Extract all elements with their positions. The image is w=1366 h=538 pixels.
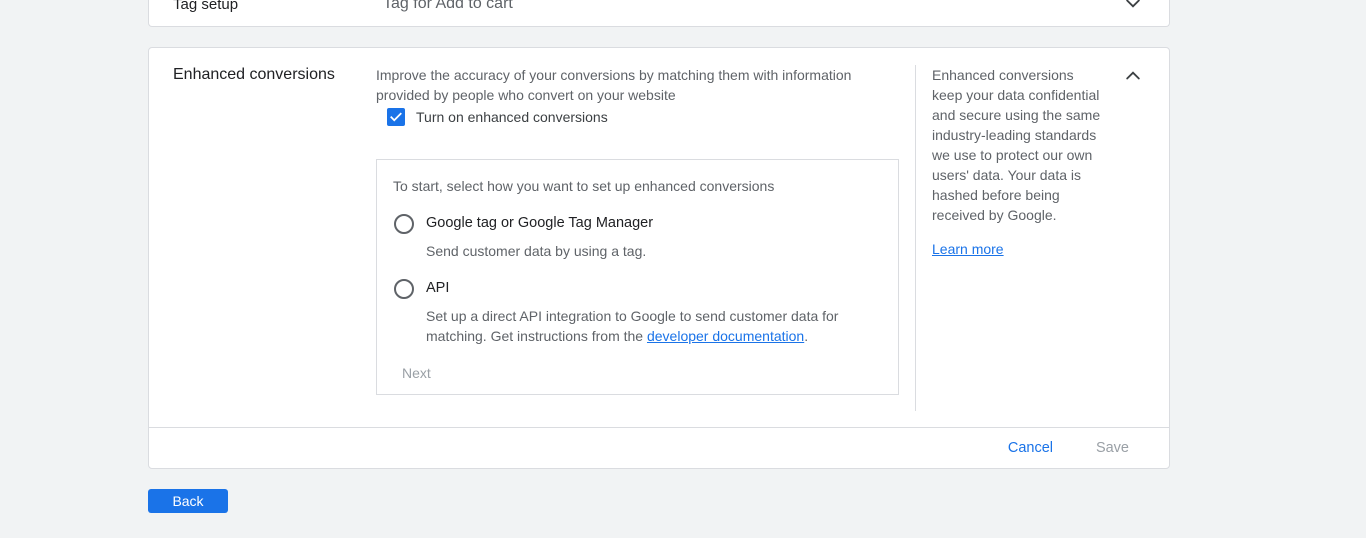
cancel-button[interactable]: Cancel — [1008, 440, 1053, 456]
back-button[interactable]: Back — [148, 489, 228, 513]
side-help-text: Enhanced conversions keep your data conf… — [932, 67, 1101, 223]
vertical-divider — [915, 65, 916, 411]
tag-setup-card[interactable]: Tag setup Tag for Add to cart — [148, 0, 1170, 27]
radio-description: Send customer data by using a tag. — [426, 243, 647, 259]
checkmark-icon — [390, 112, 402, 122]
radio-button[interactable] — [394, 214, 414, 234]
section-title: Enhanced conversions — [173, 66, 335, 83]
setup-intro: To start, select how you want to set up … — [393, 178, 775, 194]
setup-method-box: To start, select how you want to set up … — [376, 159, 899, 395]
checkbox-label: Turn on enhanced conversions — [416, 109, 608, 125]
api-desc-suffix: . — [804, 328, 809, 344]
radio-label: Google tag or Google Tag Manager — [426, 215, 654, 231]
tag-setup-value: Tag for Add to cart — [383, 0, 513, 12]
radio-option-google-tag[interactable]: Google tag or Google Tag Manager Send cu… — [394, 214, 866, 261]
chevron-up-icon[interactable] — [1123, 66, 1143, 86]
chevron-down-icon[interactable] — [1123, 0, 1143, 13]
section-intro: Improve the accuracy of your conversions… — [376, 67, 852, 103]
radio-button[interactable] — [394, 279, 414, 299]
horizontal-divider — [149, 427, 1169, 428]
next-button[interactable]: Next — [402, 365, 431, 381]
learn-more-link[interactable]: Learn more — [932, 241, 1004, 257]
developer-documentation-link[interactable]: developer documentation — [647, 328, 804, 344]
enhanced-conversions-checkbox-row[interactable]: Turn on enhanced conversions — [387, 108, 608, 126]
enhanced-conversions-card: Enhanced conversions Improve the accurac… — [148, 47, 1170, 469]
radio-label: API — [426, 280, 450, 296]
radio-description: Set up a direct API integration to Googl… — [426, 306, 866, 346]
radio-option-api[interactable]: API Set up a direct API integration to G… — [394, 279, 866, 346]
tag-setup-title: Tag setup — [173, 0, 239, 13]
enhanced-conversions-checkbox[interactable] — [387, 108, 405, 126]
save-button[interactable]: Save — [1096, 440, 1129, 456]
